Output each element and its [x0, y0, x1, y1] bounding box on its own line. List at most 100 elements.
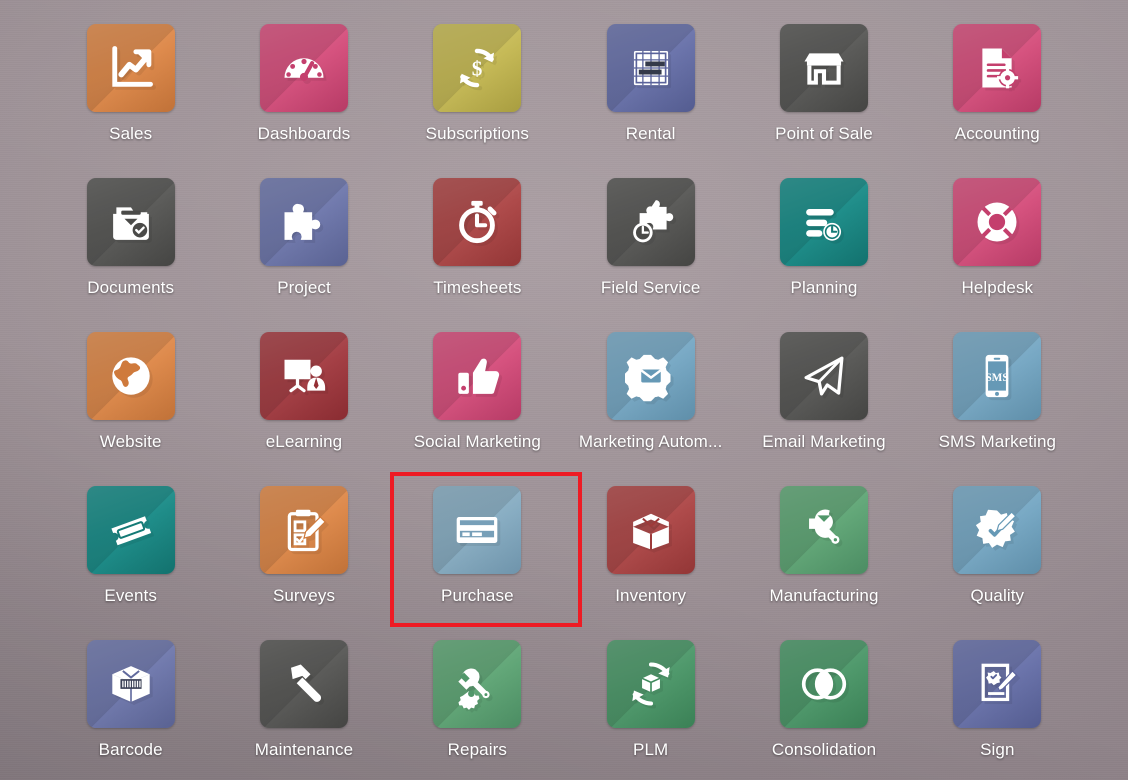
app-label: Purchase — [441, 586, 514, 605]
app-tile-sms-marketing[interactable]: SMS SMS Marketing — [911, 332, 1084, 486]
file-box-check-icon[interactable] — [86, 178, 175, 266]
app-tile-elearning[interactable]: eLearning — [217, 332, 390, 486]
app-tile-helpdesk[interactable]: Helpdesk — [911, 178, 1084, 332]
phone-sms-icon[interactable]: SMS — [953, 332, 1042, 420]
app-tile-purchase[interactable]: Purchase — [391, 486, 564, 640]
app-tile-field-service[interactable]: Field Service — [564, 178, 737, 332]
venn-circles-icon[interactable] — [779, 640, 868, 728]
app-tile-manufacturing[interactable]: Manufacturing — [737, 486, 910, 640]
app-tile-surveys[interactable]: Surveys — [217, 486, 390, 640]
app-label: Manufacturing — [769, 586, 879, 605]
badge-pencil-icon[interactable] — [953, 486, 1042, 574]
bar-chart-growth-icon-glyph — [105, 42, 157, 94]
app-tile-planning[interactable]: Planning — [737, 178, 910, 332]
app-label: Website — [99, 432, 162, 451]
storefront-icon-glyph — [798, 42, 850, 94]
open-box-icon[interactable] — [606, 486, 695, 574]
app-tile-events[interactable]: Events — [44, 486, 217, 640]
file-box-check-icon-glyph — [105, 196, 157, 248]
storefront-icon[interactable] — [779, 24, 868, 112]
clipboard-pencil-icon[interactable] — [259, 486, 348, 574]
app-label: Sales — [109, 124, 153, 143]
globe-icon[interactable] — [86, 332, 175, 420]
app-tile-timesheets[interactable]: Timesheets — [391, 178, 564, 332]
app-label: Maintenance — [254, 740, 354, 759]
app-label: Timesheets — [433, 278, 522, 297]
app-label: Subscriptions — [425, 124, 529, 143]
app-label: Sign — [980, 740, 1015, 759]
app-tile-social-marketing[interactable]: Social Marketing — [391, 332, 564, 486]
app-tile-marketing-autom[interactable]: Marketing Autom... — [564, 332, 737, 486]
app-label: Rental — [625, 124, 676, 143]
lifebuoy-icon-glyph — [971, 196, 1023, 248]
gear-envelope-icon[interactable] — [606, 332, 695, 420]
app-label: Documents — [87, 278, 175, 297]
app-label: Field Service — [600, 278, 701, 297]
hammer-icon[interactable] — [259, 640, 348, 728]
calendar-grid-icon[interactable] — [606, 24, 695, 112]
app-label: Events — [104, 586, 157, 605]
app-tile-repairs[interactable]: Repairs — [391, 640, 564, 780]
ticket-icon-glyph — [105, 504, 157, 556]
box-refresh-icon[interactable] — [606, 640, 695, 728]
puzzle-stopwatch-icon-glyph — [625, 196, 677, 248]
box-barcode-icon[interactable] — [86, 640, 175, 728]
puzzle-stopwatch-icon[interactable] — [606, 178, 695, 266]
app-tile-website[interactable]: Website — [44, 332, 217, 486]
dollar-refresh-icon[interactable]: $ — [433, 24, 522, 112]
app-tile-rental[interactable]: Rental — [564, 24, 737, 178]
gauge-icon[interactable] — [259, 24, 348, 112]
invoice-gear-icon[interactable] — [953, 24, 1042, 112]
badge-pencil-icon-glyph — [971, 504, 1023, 556]
app-label: Barcode — [98, 740, 163, 759]
app-label: Accounting — [954, 124, 1040, 143]
gauge-icon-glyph — [278, 42, 330, 94]
app-tile-subscriptions[interactable]: $ Subscriptions — [391, 24, 564, 178]
app-tile-sales[interactable]: Sales — [44, 24, 217, 178]
app-label: Project — [277, 278, 331, 297]
app-label: Marketing Autom... — [578, 432, 723, 451]
app-tile-point-of-sale[interactable]: Point of Sale — [737, 24, 910, 178]
wrench-icon[interactable] — [779, 486, 868, 574]
app-tile-dashboards[interactable]: Dashboards — [217, 24, 390, 178]
app-label: Point of Sale — [775, 124, 873, 143]
app-label: Inventory — [615, 586, 687, 605]
app-tile-email-marketing[interactable]: Email Marketing — [737, 332, 910, 486]
whiteboard-teacher-icon-glyph — [278, 350, 330, 402]
svg-text:SMS: SMS — [986, 372, 1009, 384]
app-tile-quality[interactable]: Quality — [911, 486, 1084, 640]
thumbs-up-icon-glyph — [451, 350, 503, 402]
app-grid: Sales Dashboards $ Subscriptions Rental Point… — [0, 0, 1128, 780]
puzzle-piece-icon[interactable] — [259, 178, 348, 266]
document-sign-icon[interactable] — [953, 640, 1042, 728]
credit-card-icon[interactable] — [433, 486, 522, 574]
whiteboard-teacher-icon[interactable] — [259, 332, 348, 420]
app-label: Consolidation — [771, 740, 877, 759]
app-tile-project[interactable]: Project — [217, 178, 390, 332]
app-tile-accounting[interactable]: Accounting — [911, 24, 1084, 178]
app-tile-inventory[interactable]: Inventory — [564, 486, 737, 640]
app-label: Helpdesk — [961, 278, 1034, 297]
svg-text:$: $ — [472, 56, 483, 80]
stopwatch-icon[interactable] — [433, 178, 522, 266]
bar-chart-growth-icon[interactable] — [86, 24, 175, 112]
bars-clock-icon[interactable] — [779, 178, 868, 266]
paper-plane-icon[interactable] — [779, 332, 868, 420]
lifebuoy-icon[interactable] — [953, 178, 1042, 266]
app-label: Dashboards — [257, 124, 351, 143]
thumbs-up-icon[interactable] — [433, 332, 522, 420]
app-tile-documents[interactable]: Documents — [44, 178, 217, 332]
app-label: Repairs — [447, 740, 507, 759]
stopwatch-icon-glyph — [451, 196, 503, 248]
app-tile-maintenance[interactable]: Maintenance — [217, 640, 390, 780]
app-label: Surveys — [272, 586, 336, 605]
app-label: Email Marketing — [762, 432, 886, 451]
app-label: Planning — [790, 278, 858, 297]
app-tile-sign[interactable]: Sign — [911, 640, 1084, 780]
app-tile-consolidation[interactable]: Consolidation — [737, 640, 910, 780]
app-tile-plm[interactable]: PLM — [564, 640, 737, 780]
app-label: eLearning — [265, 432, 343, 451]
app-tile-barcode[interactable]: Barcode — [44, 640, 217, 780]
wrench-gear-icon[interactable] — [433, 640, 522, 728]
ticket-icon[interactable] — [86, 486, 175, 574]
